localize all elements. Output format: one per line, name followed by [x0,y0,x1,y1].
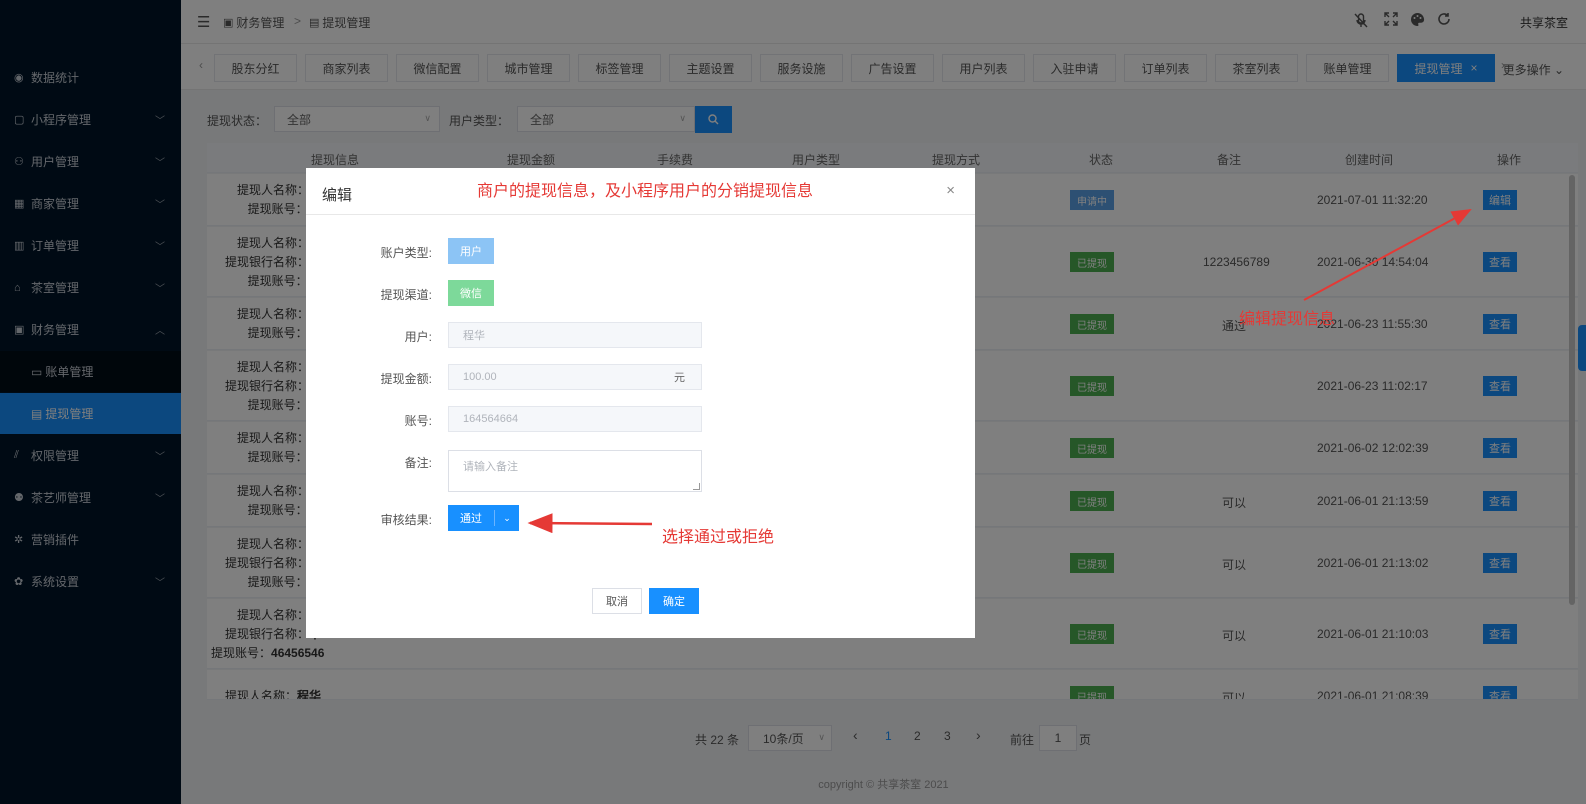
edit-dialog: 编辑 × 账户类型: 用户 提现渠道: 微信 用户: 程华 提现金额: 100.… [306,168,975,638]
chevron-down-icon[interactable]: ⌄ [495,513,519,524]
remark-label: 备注: [404,456,432,470]
cancel-button[interactable]: 取消 [592,588,642,614]
account-field: 164564664 [448,406,702,432]
result-label: 审核结果: [380,513,432,527]
confirm-button[interactable]: 确定 [649,588,699,614]
dialog-divider [306,214,975,215]
annotation-bottom: 选择通过或拒绝 [662,529,775,546]
close-icon[interactable]: × [946,182,955,199]
review-result-value[interactable]: 通过 [448,510,495,526]
account-label: 账号: [404,414,432,428]
channel-tag: 微信 [448,280,494,306]
review-result-dropdown[interactable]: 通过 ⌄ [448,505,519,531]
account-type-tag: 用户 [448,238,494,264]
amount-unit: 元 [674,372,685,384]
annotation-top: 商户的提现信息，及小程序用户的分销提现信息 [477,183,814,200]
annotation-right: 编辑提现信息 [1239,311,1336,328]
dialog-title: 编辑 [322,187,353,204]
resize-handle[interactable] [693,483,700,490]
account-type-label: 账户类型: [380,246,432,260]
amount-label: 提现金额: [380,372,432,386]
amount-field: 100.00 元 [448,364,702,390]
user-label: 用户: [404,330,432,344]
user-field: 程华 [448,322,702,348]
channel-label: 提现渠道: [380,288,432,302]
remark-textarea[interactable]: 请输入备注 [448,450,702,492]
